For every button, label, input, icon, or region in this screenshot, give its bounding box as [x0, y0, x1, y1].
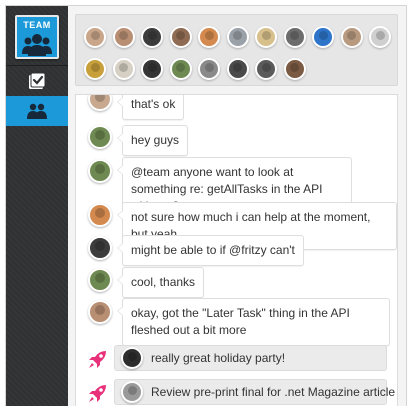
team-member-avatar[interactable]: [255, 26, 277, 48]
event-bar: really great holiday party!: [114, 345, 387, 371]
rocket-icon: [89, 385, 106, 402]
team-avatar-panel: [75, 14, 398, 86]
team-member-avatar[interactable]: [112, 26, 135, 48]
chat-stream: that's ok hey guys @team anyone want to …: [75, 94, 398, 406]
activity-event: Review pre-print final for .net Magazine…: [76, 379, 397, 406]
sidebar: TEAM: [6, 6, 68, 406]
rocket-icon: [89, 351, 106, 368]
team-button[interactable]: TEAM: [15, 15, 59, 59]
team-member-avatar[interactable]: [312, 26, 334, 48]
team-member-avatar[interactable]: [84, 26, 106, 48]
team-member-avatar[interactable]: [283, 26, 306, 48]
user-avatar[interactable]: [121, 347, 143, 369]
people-group-icon: [22, 34, 52, 56]
user-avatar[interactable]: [88, 125, 112, 149]
activity-event: really great holiday party!: [76, 345, 397, 373]
user-avatar[interactable]: [88, 236, 112, 260]
user-avatar[interactable]: [88, 268, 112, 292]
team-member-avatar[interactable]: [198, 26, 220, 48]
team-member-avatar[interactable]: [141, 58, 163, 80]
team-member-avatar[interactable]: [169, 58, 192, 80]
team-member-avatar[interactable]: [340, 26, 363, 48]
user-avatar[interactable]: [88, 203, 112, 227]
message-bubble: might be able to if @fritzy can't: [117, 235, 304, 266]
message-bubble: that's ok: [116, 95, 185, 120]
team-member-avatar[interactable]: [369, 26, 391, 48]
team-member-avatar[interactable]: [226, 58, 249, 80]
user-avatar[interactable]: [88, 159, 112, 183]
team-member-avatar[interactable]: [84, 58, 106, 80]
message-bubble: okay, got the "Later Task" thing in the …: [117, 298, 390, 346]
message-bubble: hey guys: [116, 125, 189, 156]
app-window: TEAM that's ok hey guys @team anyone wan…: [5, 5, 407, 406]
chat-button[interactable]: [6, 96, 68, 126]
team-member-avatar[interactable]: [112, 58, 135, 80]
chat-people-icon: [27, 103, 47, 119]
team-member-avatar[interactable]: [141, 26, 163, 48]
user-avatar[interactable]: [88, 300, 112, 324]
event-bar: Review pre-print final for .net Magazine…: [114, 379, 395, 405]
user-avatar[interactable]: [88, 95, 112, 111]
team-member-avatar[interactable]: [283, 58, 306, 80]
event-text: Review pre-print final for .net Magazine…: [151, 385, 396, 399]
tasks-button[interactable]: [6, 66, 68, 96]
team-label: TEAM: [23, 20, 51, 30]
checkbox-tasks-icon: [29, 72, 46, 89]
team-member-avatar[interactable]: [226, 26, 249, 48]
team-member-avatar[interactable]: [169, 26, 192, 48]
user-avatar[interactable]: [121, 381, 143, 403]
event-text: really great holiday party!: [151, 351, 286, 365]
team-member-avatar[interactable]: [198, 58, 220, 80]
team-member-avatar[interactable]: [255, 58, 277, 80]
message-bubble: cool, thanks: [116, 267, 205, 298]
